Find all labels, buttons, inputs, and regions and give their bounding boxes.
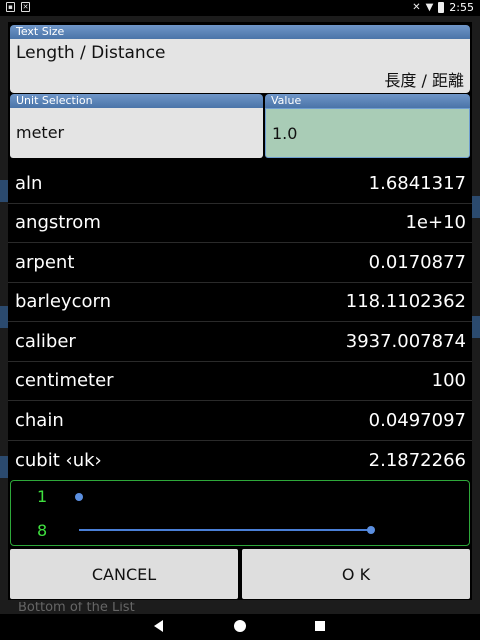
result-value: 0.0497097 <box>368 409 466 431</box>
precision-slider-panel: 1 8 <box>10 480 470 546</box>
result-value: 100 <box>431 370 466 392</box>
notification-icons: ▪ ✕ <box>6 2 30 12</box>
status-bar: ▪ ✕ ✕ ▼ 2:55 <box>0 0 480 16</box>
result-unit: chain <box>15 409 64 431</box>
value-input-text: 1.0 <box>272 124 298 143</box>
slider-min-label: 1 <box>37 487 48 506</box>
back-icon[interactable] <box>154 620 163 632</box>
unit-selection-panel[interactable]: Unit Selection meter <box>10 94 263 160</box>
result-unit: arpent <box>15 251 75 273</box>
result-value: 1e+10 <box>405 212 466 234</box>
result-value: 1.6841317 <box>368 172 466 194</box>
result-value: 2.1872266 <box>368 449 466 471</box>
ok-button[interactable]: O K <box>242 549 470 599</box>
result-row[interactable]: arpent 0.0170877 <box>8 243 472 283</box>
home-icon[interactable] <box>234 620 246 632</box>
value-input[interactable]: 1.0 <box>265 108 470 158</box>
category-field[interactable]: Length / Distance 長度 / 距離 <box>10 39 470 93</box>
wifi-icon: ▼ <box>425 2 434 13</box>
clock: 2:55 <box>449 1 474 14</box>
background-footer: Bottom of the List <box>18 602 135 614</box>
recent-apps-icon[interactable] <box>315 621 325 631</box>
unit-selection-label: Unit Selection <box>10 94 263 108</box>
result-unit: barleycorn <box>15 291 111 313</box>
result-row[interactable]: centimeter 100 <box>8 362 472 401</box>
result-value: 3937.007874 <box>345 330 466 352</box>
result-row[interactable]: chain 0.0497097 <box>8 401 472 441</box>
result-row[interactable]: caliber 3937.007874 <box>8 322 472 362</box>
result-row[interactable]: cubit ‹uk› 2.1872266 <box>8 441 472 481</box>
precision-slider-thumb[interactable] <box>367 526 375 534</box>
result-row[interactable]: angstrom 1e+10 <box>8 204 472 243</box>
value-panel[interactable]: Value 1.0 <box>265 94 470 160</box>
value-label: Value <box>265 94 470 108</box>
unit-selection-field[interactable]: meter <box>10 108 263 158</box>
result-unit: caliber <box>15 330 76 352</box>
result-row[interactable]: barleycorn 118.1102362 <box>8 283 472 322</box>
result-row[interactable]: aln 1.6841317 <box>8 164 472 204</box>
no-sim-icon: ✕ <box>412 2 421 13</box>
unit-converter-dialog: Text Size Length / Distance 長度 / 距離 Unit… <box>8 22 472 600</box>
slider-origin-dot <box>75 493 83 501</box>
result-value: 118.1102362 <box>345 291 466 313</box>
battery-icon <box>438 2 445 13</box>
conversion-results-list[interactable]: aln 1.6841317 angstrom 1e+10 arpent 0.01… <box>8 164 472 480</box>
download-notification-icon: ✕ <box>21 2 30 12</box>
category-name-zh: 長度 / 距離 <box>384 71 464 90</box>
slider-max-label: 8 <box>37 521 48 540</box>
result-value: 0.0170877 <box>368 251 466 273</box>
app-notification-icon: ▪ <box>6 2 15 12</box>
category-panel[interactable]: Text Size Length / Distance 長度 / 距離 <box>10 25 470 93</box>
cancel-button[interactable]: CANCEL <box>10 549 238 599</box>
system-icons: ✕ ▼ 2:55 <box>412 1 474 14</box>
result-unit: centimeter <box>15 370 114 392</box>
result-unit: cubit ‹uk› <box>15 449 102 471</box>
result-unit: aln <box>15 172 43 194</box>
result-unit: angstrom <box>15 212 101 234</box>
precision-slider-track[interactable] <box>79 529 371 531</box>
navigation-bar <box>0 614 480 640</box>
category-name-en: Length / Distance <box>16 43 166 63</box>
selected-unit: meter <box>16 123 65 142</box>
category-panel-label: Text Size <box>10 25 470 39</box>
